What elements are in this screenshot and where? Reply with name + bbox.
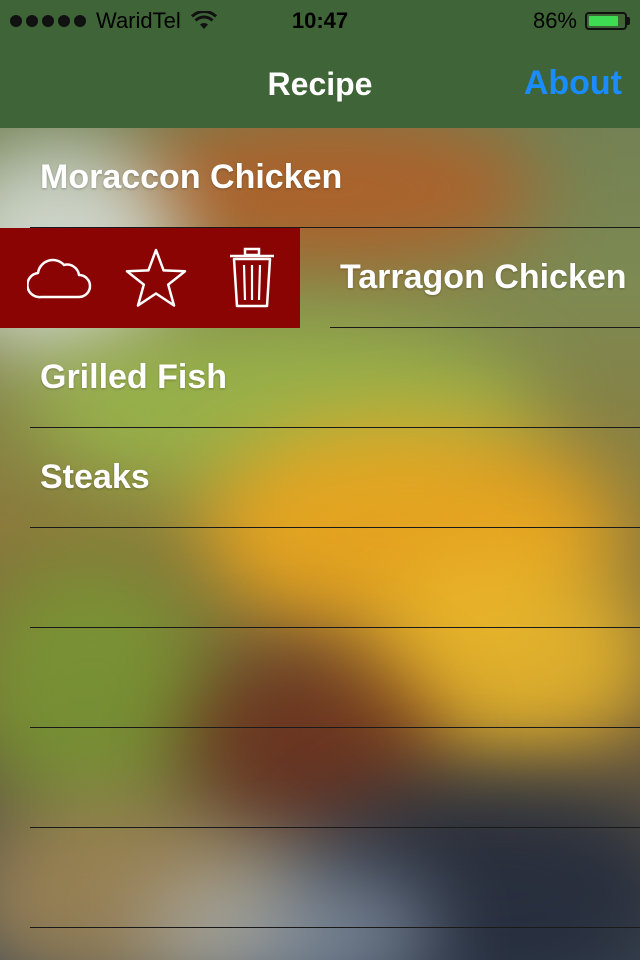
recipe-name: Tarragon Chicken bbox=[340, 258, 627, 296]
empty-list-item bbox=[0, 828, 640, 928]
recipe-name: Grilled Fish bbox=[40, 358, 228, 396]
status-bar: WaridTel 10:47 86% bbox=[0, 0, 640, 40]
screen: WaridTel 10:47 86% Recipe About Moraccon… bbox=[0, 0, 640, 960]
cloud-button[interactable] bbox=[12, 228, 108, 328]
divider bbox=[30, 927, 640, 928]
empty-list-item bbox=[0, 728, 640, 828]
list-item[interactable]: Moraccon Chicken bbox=[0, 128, 640, 228]
recipe-name: Steaks bbox=[40, 458, 150, 496]
navigation-bar: Recipe About bbox=[0, 40, 640, 128]
list-item[interactable]: Steaks bbox=[0, 428, 640, 528]
cloud-icon bbox=[27, 258, 92, 299]
favorite-button[interactable] bbox=[108, 228, 204, 328]
battery-icon bbox=[585, 12, 630, 30]
swiped-row-content: Tarragon Chicken bbox=[300, 228, 640, 328]
swipe-actions bbox=[0, 228, 300, 328]
star-icon bbox=[125, 248, 187, 307]
empty-list-item bbox=[0, 528, 640, 628]
battery-percent: 86% bbox=[532, 8, 577, 33]
empty-list-item bbox=[0, 628, 640, 728]
delete-button[interactable] bbox=[204, 228, 300, 328]
list-item[interactable]: Grilled Fish bbox=[0, 328, 640, 428]
list-item-swiped[interactable]: Tarragon Chicken bbox=[0, 228, 640, 328]
recipe-name: Moraccon Chicken bbox=[40, 158, 343, 196]
trash-icon bbox=[230, 247, 274, 308]
recipe-list: Moraccon Chicken Tarragon Chicken Grille… bbox=[0, 128, 640, 928]
about-button[interactable]: About bbox=[524, 64, 622, 103]
